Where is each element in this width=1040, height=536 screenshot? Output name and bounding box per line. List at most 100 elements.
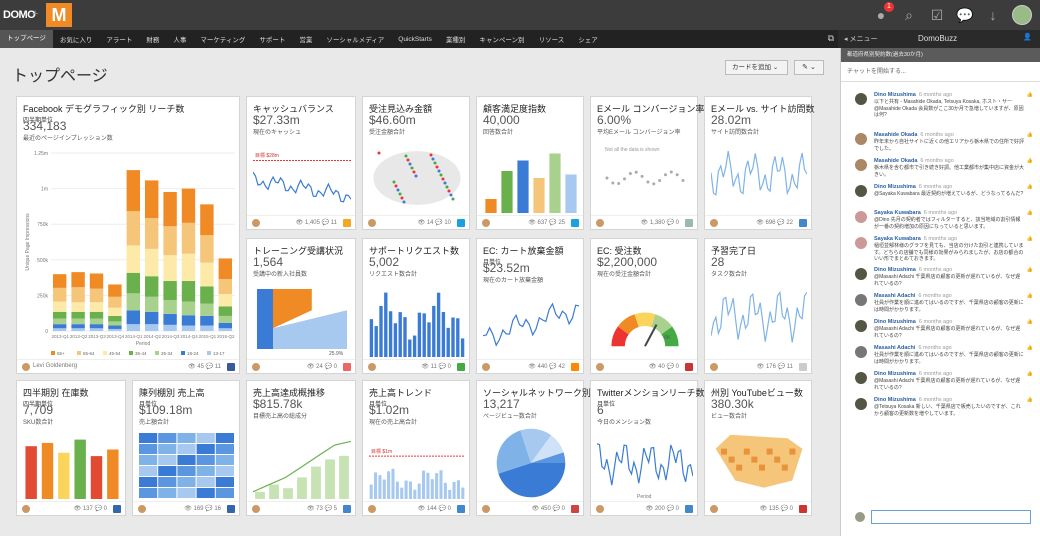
owner-avatar[interactable] [482,219,490,227]
message-avatar[interactable] [855,346,867,358]
owner-avatar[interactable] [368,363,376,371]
like-icon[interactable]: 👍 [1027,210,1033,216]
owner-avatar[interactable] [252,505,260,513]
user-avatar[interactable] [1012,5,1032,25]
card-3[interactable]: 顧客満足度指数 40,000 回答数合計 👁 637 💬 25 [476,96,584,230]
card-8[interactable]: EC: カート放棄金額 月単位 $23.52m 現在のカート放棄金額 👁 440 💬 4… [476,238,584,374]
download-icon[interactable]: ↓ [984,6,1002,24]
like-icon[interactable]: 👍 [1027,158,1033,164]
like-icon[interactable]: 👍 [1027,184,1033,190]
owner-avatar[interactable] [596,505,604,513]
card-16[interactable]: Twitterメンションリーチ数 月単位 6 今日のメンション数 👁 200 💬 0 Pe… [590,380,705,516]
like-icon[interactable]: 👍 [1027,371,1033,377]
message-author[interactable]: Sayaka Kuwabara 6 months ago [874,210,957,216]
card-11[interactable]: 四半期別 在庫数 四半期単位 7,709 SKU数合計 👁 137 💬 0 [16,380,126,516]
message-author[interactable]: Dino Mizushima 6 months ago [874,397,952,403]
message-author[interactable]: Masashi Adachi 6 months ago [874,345,952,351]
card-10[interactable]: 予習完了日 28 タスク数合計 👁 176 💬 11 [704,238,812,374]
card-5[interactable]: Eメール vs. サイト訪問数 28.02m サイト訪問数合計 👁 696 💬 22 [704,96,815,230]
message-avatar[interactable] [855,185,867,197]
owner-avatar[interactable] [252,219,260,227]
card-0[interactable]: Facebook デモグラフィック別 リーチ数 四半期単位 334,183 最近のペー… [16,96,240,374]
message-avatar[interactable] [855,93,867,105]
nav-item-12[interactable]: リソース [532,34,572,44]
nav-item-13[interactable]: シェア [571,34,605,44]
user-icon[interactable]: 👤 [1023,33,1032,41]
like-icon[interactable]: 👍 [1027,132,1033,138]
like-icon[interactable]: 👍 [1027,319,1033,325]
message-avatar[interactable] [855,398,867,410]
card-14[interactable]: 売上高トレンド 月単位 $1.02m 現在の売上高合計 👁 144 💬 0 目標 $1m [362,380,470,516]
nav-item-10[interactable]: 業種別 [439,34,473,44]
like-icon[interactable]: 👍 [1027,293,1033,299]
window-icon[interactable]: ⧉ [828,33,834,44]
owner-avatar[interactable] [22,363,30,371]
add-card-button[interactable]: カードを追加 ⌄ [725,60,788,75]
like-icon[interactable]: 👍 [1027,236,1033,242]
message-avatar[interactable] [855,320,867,332]
nav-item-1[interactable]: お気に入り [53,34,100,44]
message-author[interactable]: Masahide Okada 6 months ago [874,158,954,164]
tasks-icon[interactable]: ☑ [928,6,946,24]
card-17[interactable]: 州別 YouTubeビュー数 380.30k ビュー数合計 👁 135 💬 0 [704,380,812,516]
owner-avatar[interactable] [710,219,718,227]
card-15[interactable]: ソーシャルネットワーク別... 13,217 ページビュー数合計 👁 450 💬 0 [476,380,598,516]
owner-avatar[interactable] [252,363,260,371]
like-icon[interactable]: 👍 [1027,397,1033,403]
brand-logo-m[interactable]: M [46,3,72,27]
owner-avatar[interactable] [596,219,604,227]
card-12[interactable]: 陳列棚別 売上高 月単位 $109.18m 売上額合計 👁 169 💬 16 [132,380,240,516]
card-1[interactable]: キャッシュバランス $27.33m 現在のキャッシュ 👁 1,405 💬 11 目標 $… [246,96,356,230]
nav-item-9[interactable]: QuickStarts [391,36,439,43]
search-icon[interactable]: ⌕ [900,6,918,24]
message-author[interactable]: Masashi Adachi 6 months ago [874,293,952,299]
chat-icon[interactable]: 💬 [956,6,974,24]
nav-item-6[interactable]: サポート [252,34,292,44]
owner-avatar[interactable] [482,363,490,371]
message-author[interactable]: Masahide Okada 6 months ago [874,132,954,138]
nav-item-4[interactable]: 人事 [166,34,193,44]
message-avatar[interactable] [855,372,867,384]
owner-avatar[interactable] [22,505,30,513]
owner-avatar[interactable] [482,505,490,513]
owner-avatar[interactable] [710,505,718,513]
message-avatar[interactable] [855,211,867,223]
message-author[interactable]: Dino Mizushima 6 months ago [874,184,952,190]
owner-avatar[interactable] [368,219,376,227]
domo-logo[interactable]: DOMO [0,0,36,30]
owner-avatar[interactable] [596,363,604,371]
card-9[interactable]: EC: 受注数 $2,200,000 現在の受注金額合計 👁 40 💬 0 6K [590,238,698,374]
start-chat-link[interactable]: チャットを開始する... [841,62,1040,82]
card-4[interactable]: Eメール コンバージョン率 6.00% 平均Eメール コンバージョン率 👁 1,380… [590,96,704,230]
message-author[interactable]: Dino Mizushima 6 months ago [874,371,952,377]
nav-item-3[interactable]: 財務 [139,34,166,44]
message-avatar[interactable] [855,133,867,145]
message-author[interactable]: Dino Mizushima 6 months ago [874,92,952,98]
nav-item-2[interactable]: アラート [99,34,139,44]
message-author[interactable]: Dino Mizushima 6 months ago [874,267,952,273]
message-avatar[interactable] [855,159,867,171]
like-icon[interactable]: 👍 [1027,345,1033,351]
card-2[interactable]: 受注見込み金額 $46.60m 受注金額合計 👁 14 💬 10 [362,96,470,230]
owner-avatar[interactable] [368,505,376,513]
nav-item-11[interactable]: キャンペーン別 [472,34,531,44]
card-13[interactable]: 売上高達成概推移 $815.78k 目標売上高の総成分 👁 73 💬 5 [246,380,356,516]
buzz-menu-button[interactable]: ◂ メニュー [844,34,877,44]
card-7[interactable]: サポートリクエスト数 5,002 リクエスト数合計 👁 11 💬 0 [362,238,470,374]
notification-icon[interactable]: ● 1 [872,2,894,24]
owner-avatar[interactable] [138,505,146,513]
card-6[interactable]: トレーニング受講状況 1,564 受講中の新入社員数 👁 24 💬 0 25.9% [246,238,356,374]
like-icon[interactable]: 👍 [1027,92,1033,98]
nav-item-5[interactable]: マーケティング [193,34,252,44]
message-avatar[interactable] [855,268,867,280]
owner-avatar[interactable] [710,363,718,371]
message-avatar[interactable] [855,294,867,306]
like-icon[interactable]: 👍 [1027,267,1033,273]
tools-button[interactable]: ✎ ⌄ [794,60,824,75]
message-author[interactable]: Sayaka Kuwabara 6 months ago [874,236,957,242]
buzz-channel-select[interactable]: 都道府県別契約数(過去30か月) [841,48,1040,62]
chat-input[interactable] [871,510,1031,524]
message-avatar[interactable] [855,237,867,249]
nav-item-0[interactable]: トップページ [0,30,53,48]
nav-item-7[interactable]: 営業 [292,34,319,44]
